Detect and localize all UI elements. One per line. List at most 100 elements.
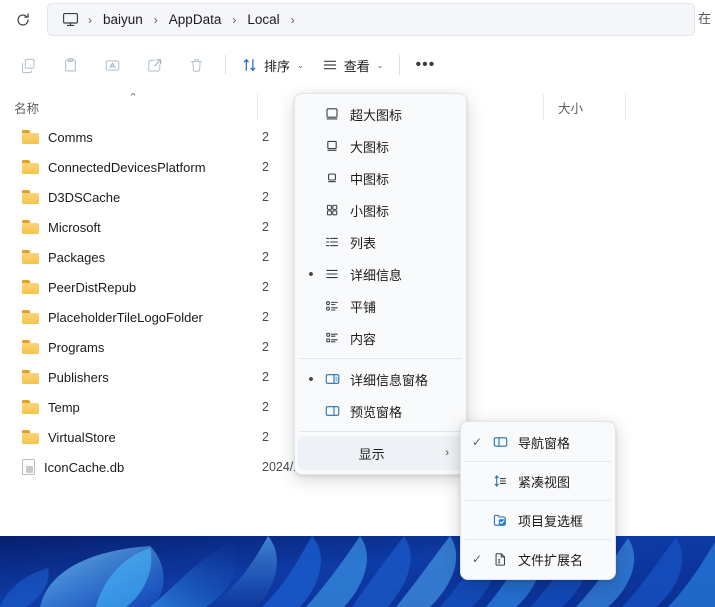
copy-icon[interactable] [8, 48, 48, 82]
this-pc-icon[interactable] [58, 12, 83, 27]
menu-item-label: 内容 [350, 331, 377, 347]
extra-large-icons-glyph [326, 108, 338, 120]
file-name-label: Programs [48, 339, 105, 355]
menu-item-small-icons[interactable]: 小图标 [295, 194, 466, 226]
monitor-glyph [63, 13, 78, 26]
submenu-item-file-name-extensions[interactable]: ✓ 文件扩展名 [461, 543, 615, 575]
menu-item-extra-large-icons[interactable]: 超大图标 [295, 98, 466, 130]
share-icon[interactable] [134, 48, 174, 82]
content-view-glyph [326, 332, 338, 343]
column-header-size[interactable]: 大小 [544, 94, 626, 121]
menu-item-label: 列表 [350, 235, 377, 251]
folder-icon [22, 310, 39, 324]
file-name-cell: PeerDistRepub [0, 280, 258, 295]
file-name-label: ConnectedDevicesPlatform [48, 159, 206, 175]
extra-large-icons-icon [319, 106, 345, 122]
compact-view-icon [487, 473, 513, 489]
column-header-extra[interactable] [626, 94, 715, 121]
menu-item-content[interactable]: 内容 [295, 322, 466, 354]
details-pane-icon [319, 371, 345, 387]
menu-item-list[interactable]: 列表 [295, 226, 466, 258]
details-view-glyph [326, 269, 338, 279]
view-label: 查看 [343, 58, 370, 74]
menu-item-label: 预览窗格 [350, 404, 403, 420]
folder-icon [22, 220, 39, 234]
menu-item-large-icons[interactable]: 大图标 [295, 130, 466, 162]
file-name-cell: PlaceholderTileLogoFolder [0, 310, 258, 325]
command-bar: 排序 ⌄ 查看 ⌄ ••• [0, 41, 715, 89]
file-name-label: VirtualStore [48, 429, 116, 445]
file-name-label: Comms [48, 129, 93, 145]
check-icon: ✓ [471, 552, 483, 566]
menu-item-label: 超大图标 [350, 107, 403, 123]
column-header-name[interactable]: 名称 ⌃ [0, 92, 258, 121]
view-context-menu[interactable]: 超大图标 大图标 中图标 小图标 列表 • 详细信息 平铺 内容 • 详细信息窗… [294, 93, 467, 475]
share-glyph [147, 58, 161, 72]
rename-icon[interactable] [92, 48, 132, 82]
menu-item-preview-pane[interactable]: 预览窗格 [295, 395, 466, 427]
view-button[interactable]: 查看 ⌄ [313, 48, 393, 82]
breadcrumb-separator-3: › [290, 12, 295, 27]
menu-item-label: 显示 [358, 446, 385, 462]
refresh-icon[interactable] [6, 5, 40, 35]
folder-icon [22, 250, 39, 264]
large-icons-glyph [327, 140, 337, 151]
refresh-glyph [17, 13, 29, 26]
breadcrumb-item-local[interactable]: Local [241, 9, 285, 30]
view-chevron-down-icon: ⌄ [376, 60, 384, 70]
submenu-divider-1 [465, 461, 611, 462]
menu-item-label: 详细信息 [350, 267, 403, 283]
file-name-label: PlaceholderTileLogoFolder [48, 309, 203, 325]
menu-item-medium-icons[interactable]: 中图标 [295, 162, 466, 194]
sort-label: 排序 [264, 58, 291, 74]
more-options-button[interactable]: ••• [407, 48, 443, 82]
medium-icons-glyph [328, 173, 336, 183]
search-box-partial[interactable]: 在 [698, 8, 711, 27]
delete-icon[interactable] [176, 48, 216, 82]
list-view-glyph [326, 237, 338, 247]
view-icon [323, 60, 336, 70]
breadcrumb[interactable]: › baiyun › AppData › Local › [47, 3, 695, 36]
show-submenu[interactable]: ✓ 导航窗格 紧凑视图 项目复选框 ✓ 文件扩展名 [460, 421, 616, 580]
details-pane-glyph [325, 374, 339, 384]
file-name-label: D3DSCache [48, 189, 121, 205]
item-checkboxes-icon [487, 512, 513, 528]
submenu-item-compact-view[interactable]: 紧凑视图 [461, 465, 615, 497]
menu-item-details-pane[interactable]: • 详细信息窗格 [295, 363, 466, 395]
screen: › baiyun › AppData › Local › 在 排序 ⌄ 查看 ⌄… [0, 0, 715, 607]
medium-icons-icon [319, 170, 345, 186]
navigation-pane-icon [487, 434, 513, 450]
navigation-pane-glyph [493, 437, 507, 447]
submenu-divider-2 [465, 500, 611, 501]
small-icons-glyph [326, 204, 338, 216]
breadcrumb-item-appdata[interactable]: AppData [163, 9, 228, 30]
file-name-cell: Microsoft [0, 220, 258, 235]
submenu-item-item-checkboxes[interactable]: 项目复选框 [461, 504, 615, 536]
file-name-cell: Publishers [0, 370, 258, 385]
breadcrumb-separator-1: › [153, 12, 158, 27]
small-icons-icon [319, 202, 345, 218]
toolbar-divider-2 [399, 55, 401, 75]
menu-item-tiles[interactable]: 平铺 [295, 290, 466, 322]
list-view-icon [319, 234, 345, 250]
menu-item-details[interactable]: • 详细信息 [295, 258, 466, 290]
submenu-item-label: 项目复选框 [518, 513, 584, 529]
file-name-cell: IconCache.db [0, 459, 258, 475]
sort-ascending-icon: ⌃ [128, 92, 138, 104]
submenu-divider-3 [465, 539, 611, 540]
paste-glyph [64, 57, 76, 72]
sort-button[interactable]: 排序 ⌄ [233, 48, 313, 82]
tiles-view-glyph [325, 301, 338, 311]
file-name-extensions-icon [487, 551, 513, 567]
file-name-cell: Programs [0, 340, 258, 355]
file-name-cell: D3DSCache [0, 190, 258, 205]
file-name-cell: VirtualStore [0, 430, 258, 445]
submenu-item-navigation-pane[interactable]: ✓ 导航窗格 [461, 426, 615, 458]
menu-item-label: 小图标 [350, 203, 390, 219]
paste-icon[interactable] [50, 48, 90, 82]
item-checkboxes-glyph [493, 514, 506, 526]
breadcrumb-item-baiyun[interactable]: baiyun [97, 9, 149, 30]
file-name-label: Microsoft [48, 219, 101, 235]
menu-item-show[interactable]: 显示 › [298, 436, 463, 470]
preview-pane-icon [319, 403, 345, 419]
